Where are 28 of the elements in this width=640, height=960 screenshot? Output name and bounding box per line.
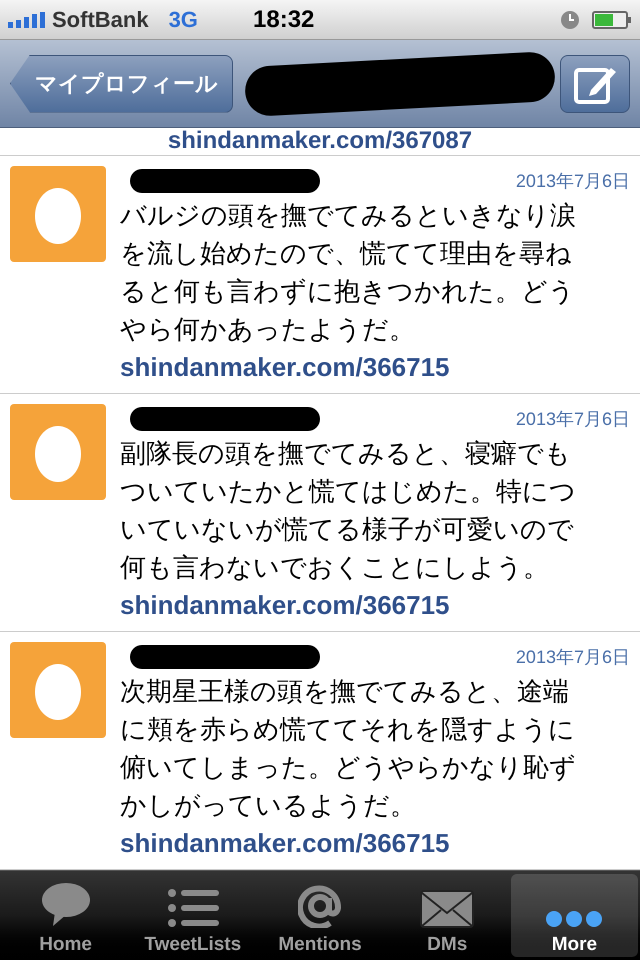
tweet-date: 2013年7月6日 [516,170,630,192]
tweet-date: 2013年7月6日 [516,408,630,430]
carrier-name: SoftBank [52,6,149,34]
list-icon [166,888,219,928]
tweet-link[interactable]: shindanmaker.com/367087 [168,128,472,155]
tweet-text: バルジの頭を撫でてみるといきなり涙を流し始めたので、慌てて理由を尋ねると何も言わずに抱きつかれた。どうやら何かあったようだ。 shindanmaker.com/366715 [120,199,577,384]
clock-icon [560,10,580,30]
tweet-link[interactable]: shindanmaker.com/366715 [120,828,450,858]
speech-bubble-icon [40,882,91,928]
tab[interactable]: DMs [384,874,511,957]
at-sign-icon [298,884,342,928]
tweet-text: 次期星王様の頭を撫でてみると、途端に頬を赤らめ慌ててそれを隠すように俯いてしまった。どうやらかなり恥ずかしがっているようだ。 shindanmaker.com/366715 [120,675,577,860]
tweet-link[interactable]: shindanmaker.com/366715 [120,590,450,620]
tweet-link[interactable]: shindanmaker.com/366715 [120,352,450,382]
compose-button[interactable] [560,54,630,112]
tab[interactable]: Home [2,874,130,957]
tab[interactable]: TweetLists [129,874,256,957]
more-dots-icon [545,910,604,928]
status-time: 18:32 [253,4,314,34]
tweet-date: 2013年7月6日 [516,646,630,668]
envelope-icon [420,890,474,928]
tweet-text: 副隊長の頭を撫でてみると、寝癖でもついていたかと慌てはじめた。特についていないが慌てる様子が可愛いので何も言わないでおくことにしよう。 shindanmaker.com/366715 [120,437,577,622]
battery-icon [592,10,632,30]
back-button[interactable]: マイプロフィール [10,54,233,112]
tab[interactable]: Mentions [256,874,384,957]
network-type: 3G [168,6,198,34]
signal-icon [8,12,48,28]
tab[interactable]: More [510,874,638,957]
